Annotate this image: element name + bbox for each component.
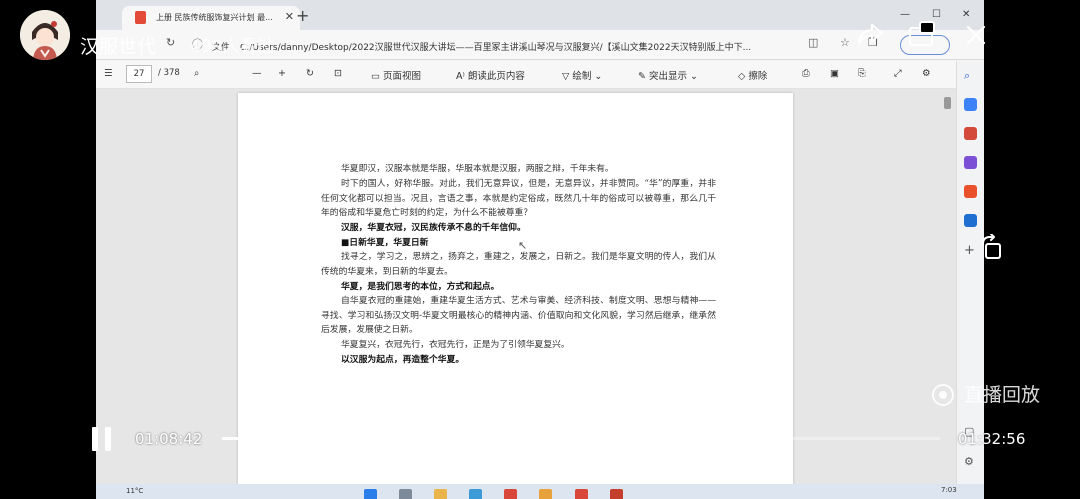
draw-icon: ▽	[562, 71, 573, 82]
search-icon[interactable]: ⌕	[194, 68, 199, 79]
browser-tab[interactable]: 上册 民族传统服饰复兴计划 最... ✕	[122, 6, 300, 30]
minimize-icon[interactable]: —	[900, 9, 910, 20]
avatar-illustration	[20, 10, 70, 60]
paragraph-2: 时下的国人，好称华服。对此，我们无意异议，但是，无意异议，并非赞同。“华”的厚重…	[321, 179, 716, 219]
progress-knob[interactable]	[746, 432, 760, 445]
window-close-icon[interactable]: ✕	[962, 9, 970, 20]
fit-page-icon[interactable]: ⊡	[334, 68, 342, 79]
file-explorer-icon[interactable]	[434, 489, 448, 499]
sidebar-office-icon[interactable]	[964, 185, 977, 198]
highlight-icon: ✎	[638, 71, 649, 82]
read-aloud-label: 朗读此页内容	[467, 71, 525, 82]
fullscreen-icon[interactable]: ⤢	[894, 68, 902, 79]
save-icon[interactable]: ▣	[830, 68, 839, 79]
close-icon[interactable]	[965, 24, 987, 46]
edge-icon[interactable]	[469, 489, 483, 499]
paragraph-8: 华夏复兴，衣冠先行，衣冠先行，正是为了引领华夏复兴。	[341, 340, 570, 350]
settings-icon[interactable]: ⚙	[922, 68, 931, 79]
sidebar-shopping-icon[interactable]	[964, 98, 977, 111]
sidebar-settings-icon[interactable]: ⚙	[964, 455, 977, 468]
draw-label: 绘制	[572, 71, 592, 82]
highlight-label: 突出显示	[648, 71, 687, 82]
windows-taskbar: 11°C 7:03	[96, 484, 984, 499]
pdf-canvas: 华夏即汉，汉服本就是华服，华服本就是汉服，两服之辩，千年未有。 时下的国人，好称…	[96, 89, 956, 484]
draw-button[interactable]: ▽ 绘制 ⌄	[562, 68, 602, 82]
highlight-button[interactable]: ✎ 突出显示 ⌄	[638, 68, 698, 82]
tab-title: 上册 民族传统服饰复兴计划 最...	[156, 13, 273, 22]
address-bar[interactable]: 文件 C:/Users/danny/Desktop/2022汉服世代汉服大讲坛——…	[204, 35, 802, 57]
replay-label: 直播回放	[964, 384, 1041, 406]
chrome-icon[interactable]	[539, 489, 553, 499]
page-view-icon: ▭	[371, 71, 383, 82]
paragraph-9: 以汉服为起点，再造整个华夏。	[341, 355, 465, 365]
pause-icon-bar	[105, 427, 111, 451]
mouse-cursor-icon: ↖	[518, 239, 528, 252]
refresh-icon[interactable]: ↻	[166, 36, 175, 49]
page-number-input[interactable]: 27	[126, 65, 152, 83]
scrollbar-thumb[interactable]	[944, 97, 951, 109]
weather-widget[interactable]: 11°C	[126, 487, 143, 495]
chevron-down-icon: ⌄	[687, 71, 698, 82]
sidebar-add-icon[interactable]: +	[964, 243, 977, 258]
progress-track[interactable]	[222, 432, 940, 445]
taskbar-clock: 7:03	[941, 486, 957, 494]
rotate-page-icon[interactable]: ↻	[306, 68, 314, 79]
contents-icon[interactable]: ☰	[104, 68, 113, 79]
app-icon-3[interactable]	[609, 489, 623, 499]
paragraph-6: 华夏，是我们思考的本位，方式和起点。	[341, 282, 500, 292]
tab-close-icon[interactable]: ✕	[285, 10, 294, 23]
page-view-label: 页面视图	[383, 71, 422, 82]
read-aloud-button[interactable]: A⁾ 朗读此页内容	[456, 68, 525, 82]
read-mode-icon[interactable]: ◫	[808, 36, 818, 49]
app-icon-1[interactable]	[504, 489, 518, 499]
read-aloud-icon: A⁾	[456, 71, 468, 82]
print-icon[interactable]: ⎙	[802, 68, 810, 79]
taskbar-apps	[364, 486, 640, 499]
app-icon-2[interactable]	[574, 489, 588, 499]
task-search-icon[interactable]	[399, 489, 413, 499]
paragraph-7: 自华夏衣冠的重建始，重建华夏生活方式、艺术与审美、经济科技、制度文明、思想与精神…	[321, 296, 716, 336]
pdf-page: 华夏即汉，汉服本就是华服，华服本就是汉服，两服之辩，千年未有。 时下的国人，好称…	[238, 93, 793, 484]
paragraph-1: 华夏即汉，汉服本就是华服，华服本就是汉服，两服之辩，千年未有。	[341, 164, 614, 174]
pdf-doc-icon	[135, 11, 146, 24]
erase-label: 擦除	[748, 71, 768, 82]
zoom-in-icon[interactable]: +	[278, 68, 286, 79]
progress-fill	[222, 437, 753, 440]
pdf-toolbar: ☰ 27 / 378 ⌕ — + ↻ ⊡ ▭ 页面视图 A⁾ 朗读此页内容 ▽ …	[96, 61, 956, 89]
sidebar-outlook-icon[interactable]	[964, 214, 977, 227]
page-view-button[interactable]: ▭ 页面视图	[371, 68, 421, 82]
avatar[interactable]	[20, 10, 70, 60]
address-text: C:/Users/danny/Desktop/2022汉服世代汉服大讲坛——百里…	[240, 43, 752, 53]
maximize-icon[interactable]: ☐	[932, 9, 941, 20]
page-total: / 378	[158, 68, 180, 78]
sidebar-search-icon[interactable]: ⌕	[964, 69, 977, 82]
favorite-icon[interactable]: ☆	[840, 36, 850, 49]
current-time: 01:08:42	[135, 430, 203, 448]
new-tab-icon[interactable]: +	[296, 8, 309, 24]
pdf-scrollbar[interactable]	[942, 93, 952, 477]
paragraph-3: 汉服，华夏衣冠，汉民族传承不息的千年信仰。	[341, 223, 526, 233]
chevron-down-icon: ⌄	[591, 71, 603, 82]
pause-icon	[92, 427, 98, 451]
save-as-icon[interactable]: ⎘	[858, 68, 866, 79]
start-icon[interactable]	[364, 489, 377, 499]
viewer-count: 499人看过	[190, 37, 274, 57]
eraser-icon: ◇	[738, 71, 749, 82]
mini-window-icon[interactable]	[908, 20, 938, 48]
edge-sidebar: ⌕ + ▢ ⚙	[956, 61, 984, 484]
total-time: 01:32:56	[958, 430, 1026, 448]
erase-button[interactable]: ◇ 擦除	[738, 68, 767, 82]
share-icon[interactable]	[856, 22, 884, 46]
zoom-out-icon[interactable]: —	[252, 68, 262, 79]
pause-button[interactable]	[91, 427, 113, 451]
channel-name[interactable]: 汉服世代	[80, 32, 156, 59]
replay-icon	[932, 384, 954, 406]
sidebar-tools-icon[interactable]	[964, 127, 977, 140]
browser-tab-bar: 上册 民族传统服饰复兴计划 最... ✕ + — ☐ ✕	[96, 0, 984, 30]
paragraph-5: 找寻之，学习之，思辨之，扬弃之，重建之，发展之，日新之。我们是华夏文明的传人，我…	[321, 252, 716, 277]
sidebar-games-icon[interactable]	[964, 156, 977, 169]
rotate-icon[interactable]	[980, 234, 1004, 262]
shared-screen: 上册 民族传统服饰复兴计划 最... ✕ + — ☐ ✕ ↻ ⓘ 文件 C:/Us…	[96, 0, 984, 499]
replay-badge: 直播回放	[932, 380, 1040, 407]
